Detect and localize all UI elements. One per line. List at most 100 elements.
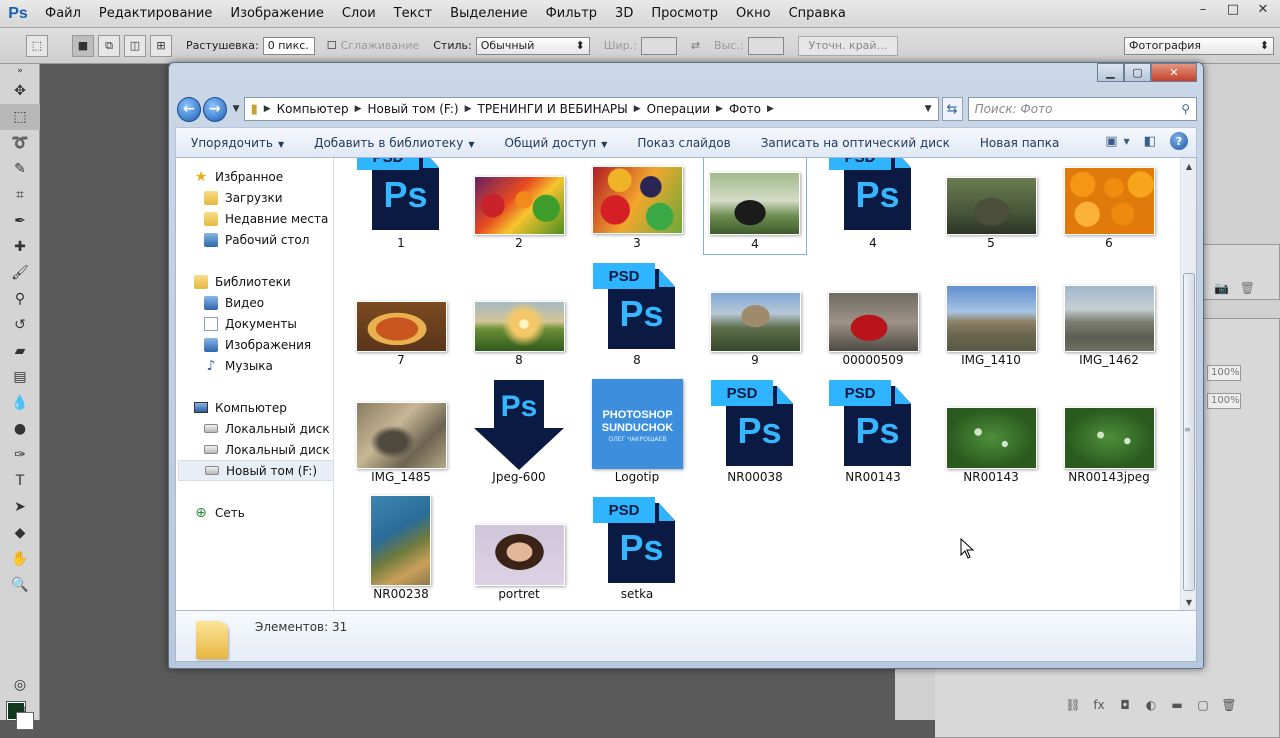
help-icon[interactable]: ? [1170,132,1188,150]
fill-input[interactable]: 100% [1207,393,1241,409]
nav-computer[interactable]: Компьютер [194,397,287,418]
recent-pages-dropdown[interactable]: ▼ [233,104,240,114]
breadcrumb-trainings[interactable]: ТРЕНИНГИ И ВЕБИНАРЫ [478,102,628,116]
crop-tool-icon[interactable]: ⌗ [0,182,40,208]
file-item[interactable]: PSD Ps 1 [349,158,453,254]
file-item[interactable]: PSD Ps 8 [585,263,689,371]
file-item[interactable]: PSD Ps 4 [821,158,925,254]
nav-local-c[interactable]: Локальный диск (C:) [204,418,333,439]
quick-select-tool-icon[interactable]: ✎ [0,156,40,182]
nav-network[interactable]: ⊕ Сеть [194,502,245,523]
rect-marquee-tool-icon[interactable]: ⬚ [0,104,40,130]
file-item[interactable]: IMG_1410 [939,271,1043,371]
file-item[interactable]: PHOTOSHOP SUNDUCHOK ОЛЕГ ЧАКРОЩАЕВ Logot… [585,379,689,488]
file-item[interactable]: 6 [1057,158,1161,254]
refresh-button[interactable]: ⇆ [941,97,963,121]
nav-new-volume[interactable]: Новый том (F:) [178,460,333,481]
file-item[interactable]: Ps Jpeg-600 [467,380,571,488]
add-library-button[interactable]: Добавить в библиотеку ▼ [299,136,489,150]
feather-input[interactable]: 0 пикс. [262,36,315,55]
new-selection-icon[interactable]: ■ [72,34,94,57]
ps-close-button[interactable]: ✕ [1250,0,1276,18]
file-item[interactable]: NR00238 [349,495,453,605]
quick-mask-icon[interactable]: ◎ [0,672,40,698]
dodge-tool-icon[interactable]: ● [0,416,40,442]
panel-collapse-icon[interactable]: » [0,64,40,78]
menu-type[interactable]: Текст [385,0,442,28]
antialias-checkbox[interactable]: ☐ [327,39,337,52]
new-folder-button[interactable]: Новая папка [965,136,1074,150]
zoom-tool-icon[interactable]: 🔍 [0,572,40,598]
explorer-maximize-button[interactable]: ▢ [1124,63,1151,82]
swap-dimensions-icon[interactable]: ⇄ [691,39,700,52]
breadcrumb-operations[interactable]: Операции [647,102,710,116]
scroll-down-icon[interactable]: ▼ [1181,594,1197,610]
shape-tool-icon[interactable]: ◆ [0,520,40,546]
opacity-input[interactable]: 100% [1207,365,1241,381]
share-button[interactable]: Общий доступ ▼ [490,136,623,150]
breadcrumb-volume[interactable]: Новый том (F:) [368,102,459,116]
type-tool-icon[interactable]: T [0,468,40,494]
move-tool-icon[interactable]: ✥ [0,78,40,104]
menu-edit[interactable]: Редактирование [90,0,221,28]
width-input[interactable] [640,36,677,55]
nav-libraries[interactable]: Библиотеки [194,271,291,292]
explorer-minimize-button[interactable]: ▁ [1097,63,1124,82]
new-layer-icon[interactable]: ▢ [1190,698,1216,712]
menu-window[interactable]: Окно [727,0,780,28]
gradient-tool-icon[interactable]: ▤ [0,364,40,390]
nav-recent[interactable]: Недавние места [204,208,328,229]
menu-help[interactable]: Справка [780,0,855,28]
file-item[interactable]: 5 [939,158,1043,254]
address-bar[interactable]: ▮ ▶ Компьютер ▶ Новый том (F:) ▶ ТРЕНИНГ… [243,97,939,121]
slideshow-button[interactable]: Показ слайдов [622,136,745,150]
forward-button[interactable]: → [202,96,227,122]
file-item[interactable]: 7 [349,271,453,371]
menu-layers[interactable]: Слои [333,0,385,28]
nav-images[interactable]: Изображения [204,334,311,355]
nav-desktop[interactable]: Рабочий стол [204,229,309,250]
healing-tool-icon[interactable]: ✚ [0,234,40,260]
adjustment-layer-icon[interactable]: ◐ [1138,698,1164,712]
trash-icon[interactable]: 🗑 [1240,281,1255,295]
hand-tool-icon[interactable]: ✋ [0,546,40,572]
file-item[interactable]: NR00143jpeg [1057,388,1161,488]
blur-tool-icon[interactable]: 💧 [0,390,40,416]
nav-video[interactable]: Видео [204,292,264,313]
explorer-close-button[interactable]: ✕ [1151,63,1197,82]
preview-pane-icon[interactable]: ◧ [1144,134,1156,149]
brush-tool-icon[interactable]: 🖌 [0,260,40,286]
menu-filter[interactable]: Фильтр [537,0,606,28]
file-item[interactable]: 00000509 [821,271,925,371]
file-item[interactable]: IMG_1485 [349,388,453,488]
menu-view[interactable]: Просмотр [642,0,727,28]
breadcrumb-separator-icon[interactable]: ▶ [634,104,641,114]
file-item[interactable]: IMG_1462 [1057,271,1161,371]
organize-button[interactable]: Упорядочить ▼ [176,136,299,150]
screen-mode-icon[interactable]: ▭ [0,696,40,722]
breadcrumb-photo[interactable]: Фото [729,102,761,116]
nav-music[interactable]: ♪ Музыка [204,355,273,376]
group-icon[interactable]: ▬ [1164,698,1190,712]
camera-icon[interactable]: 📷 [1214,281,1229,295]
menu-image[interactable]: Изображение [221,0,332,28]
file-item[interactable]: 2 [467,158,571,254]
back-button[interactable]: ← [177,96,201,122]
menu-file[interactable]: Файл [36,0,90,28]
stamp-tool-icon[interactable]: ⚲ [0,286,40,312]
address-dropdown-icon[interactable]: ▼ [925,104,932,114]
breadcrumb-computer[interactable]: Компьютер [277,102,349,116]
nav-favorites[interactable]: ★ Избранное [194,166,283,187]
file-item[interactable]: PSD Ps setka [585,497,689,605]
history-brush-tool-icon[interactable]: ↺ [0,312,40,338]
ps-minimize-button[interactable]: – [1190,0,1216,18]
vertical-scrollbar[interactable]: ▲ ≡ ▼ [1180,158,1196,610]
path-select-tool-icon[interactable]: ➤ [0,494,40,520]
marquee-preset-icon[interactable]: ⬚ [26,34,48,57]
refine-edge-button[interactable]: Уточн. край... [797,35,899,56]
file-item[interactable]: PSD Ps NR00038 [703,380,807,488]
search-icon[interactable]: ⚲ [1181,102,1190,116]
ps-maximize-button[interactable]: □ [1220,0,1246,18]
nav-documents[interactable]: Документы [204,313,297,334]
scroll-up-icon[interactable]: ▲ [1181,158,1197,174]
